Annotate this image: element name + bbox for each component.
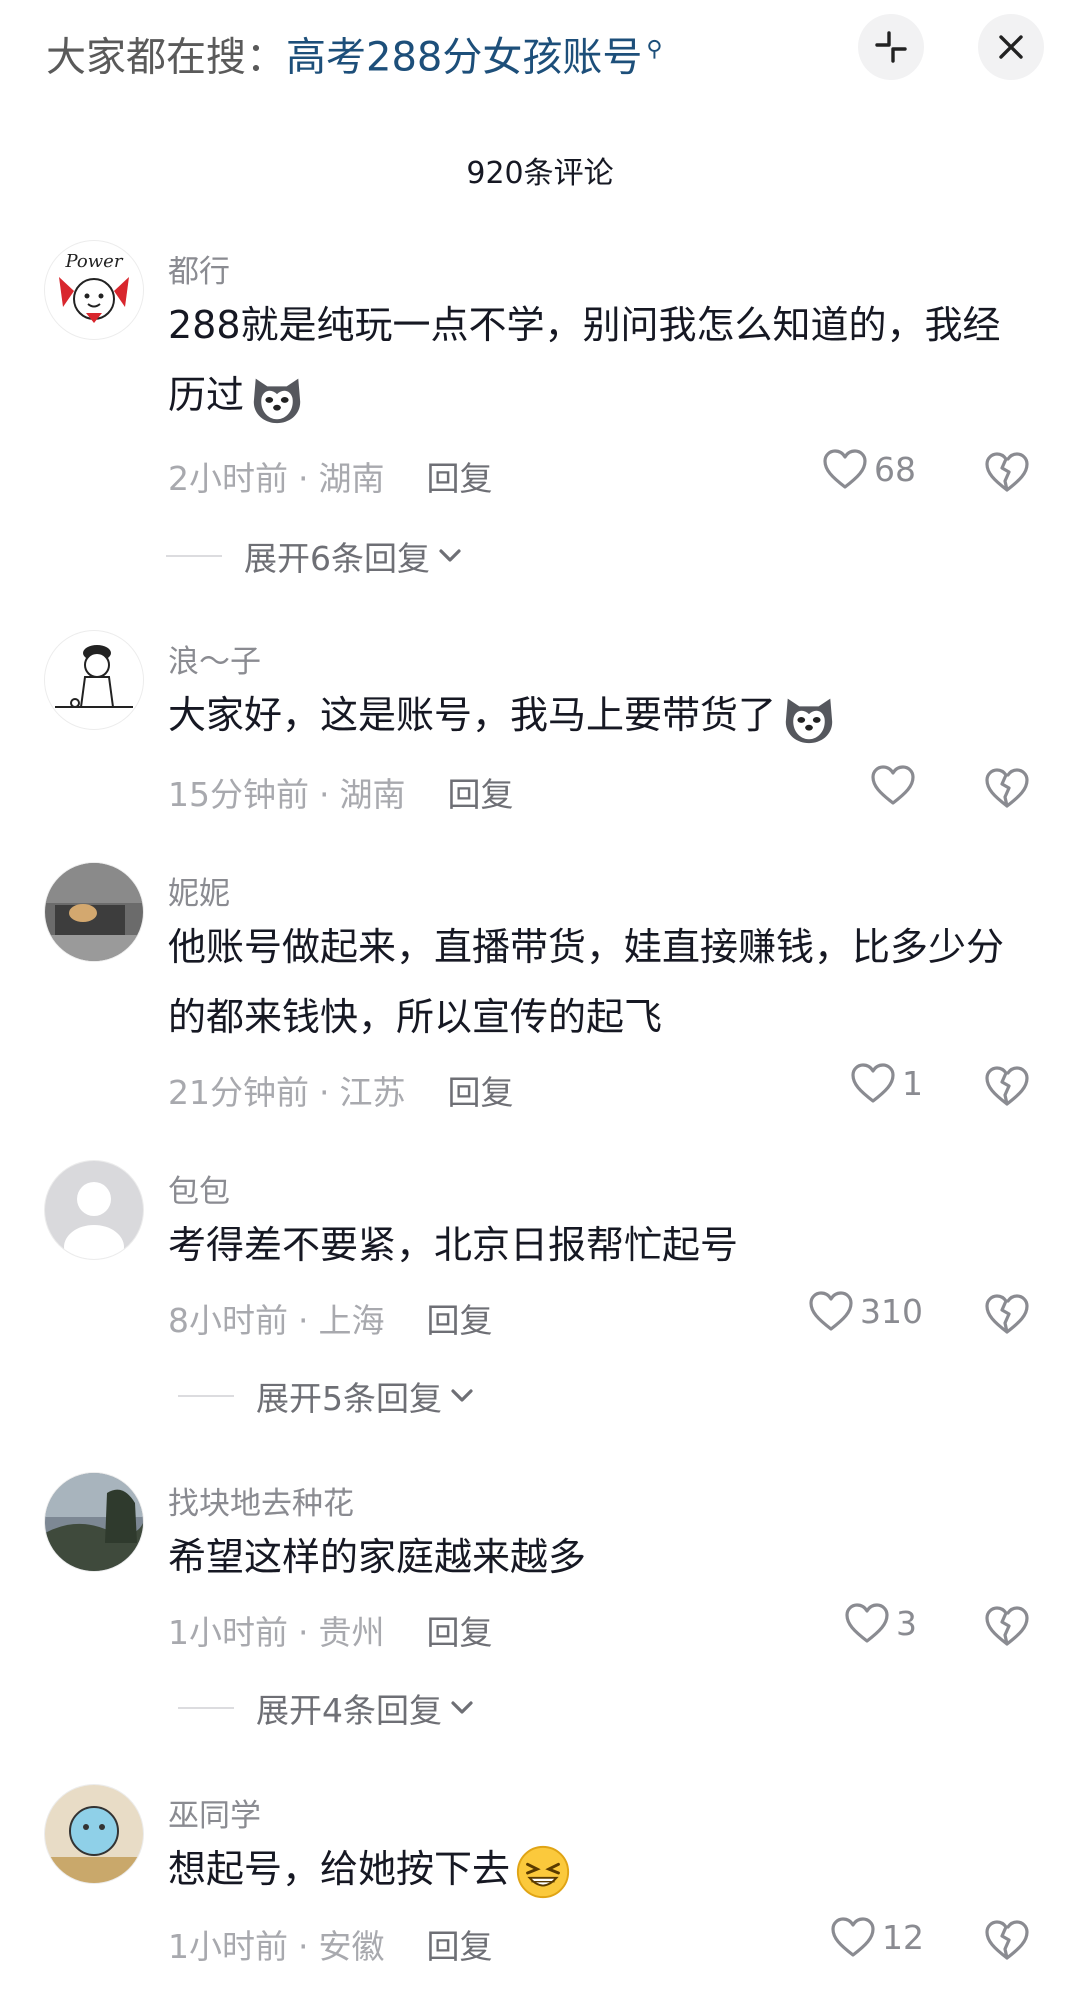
like-button[interactable]: 310	[808, 1290, 923, 1332]
husky-emoji-icon	[780, 689, 838, 747]
comment-text: 希望这样的家庭越来越多	[168, 1535, 587, 1579]
expand-replies-button[interactable]: 展开5条回复	[178, 1372, 476, 1420]
like-button[interactable]: 68	[822, 448, 916, 490]
comment-username[interactable]: 浪～子	[168, 636, 261, 681]
heart-icon	[830, 1916, 876, 1958]
like-count: 3	[896, 1603, 917, 1643]
husky-emoji-icon	[248, 369, 306, 427]
comment-meta: 8小时前 · 上海 回复	[168, 1301, 493, 1340]
heart-icon	[808, 1290, 854, 1332]
comment-time: 2小时前	[168, 459, 288, 498]
expand-replies-label: 展开6条回复	[244, 539, 430, 578]
search-suggestion[interactable]: 大家都在搜：高考288分女孩账号 ⚲	[46, 22, 662, 85]
comment-meta: 21分钟前 · 江苏 回复	[168, 1073, 514, 1112]
comment-location: 贵州	[318, 1613, 385, 1652]
like-button[interactable]: 3	[844, 1602, 917, 1644]
like-button[interactable]: 12	[830, 1916, 924, 1958]
comment-username[interactable]: 都行	[168, 246, 230, 291]
expand-replies-label: 展开4条回复	[256, 1691, 442, 1730]
comment-location: 安徽	[318, 1927, 385, 1966]
divider-line	[178, 1707, 234, 1709]
top-bar: 大家都在搜：高考288分女孩账号 ⚲	[0, 0, 1080, 100]
like-count: 310	[860, 1291, 923, 1331]
avatar[interactable]	[44, 630, 144, 730]
laughing-emoji-icon	[514, 1843, 572, 1901]
comment-count-title: 920条评论	[466, 156, 614, 191]
heart-icon	[844, 1602, 890, 1644]
comment-text: 他账号做起来，直播带货，娃直接赚钱，比多少分的都来钱快，所以宣传的起飞	[168, 925, 1005, 1039]
heart-icon	[822, 448, 868, 490]
comment-location: 江苏	[339, 1073, 406, 1112]
comment-time: 8小时前	[168, 1301, 288, 1340]
comment-text: 大家好，这是账号，我马上要带货了	[168, 680, 1028, 750]
heart-icon	[870, 764, 916, 806]
comment-location: 湖南	[318, 459, 385, 498]
broken-heart-icon[interactable]	[984, 450, 1030, 494]
reply-button[interactable]: 回复	[427, 1613, 493, 1652]
chevron-down-icon	[436, 546, 464, 566]
collapse-icon	[875, 31, 907, 63]
divider-line	[178, 1395, 234, 1397]
avatar[interactable]	[44, 1784, 144, 1884]
comment-time: 21分钟前	[168, 1073, 309, 1112]
reply-button[interactable]: 回复	[448, 775, 514, 814]
chevron-down-icon	[448, 1386, 476, 1406]
like-count: 1	[902, 1063, 923, 1103]
comment-time: 1小时前	[168, 1613, 288, 1652]
broken-heart-icon[interactable]	[984, 1064, 1030, 1108]
expand-replies-button[interactable]: 展开4条回复	[178, 1684, 476, 1732]
comment-username[interactable]: 找块地去种花	[168, 1478, 354, 1523]
comment-time: 15分钟前	[168, 775, 309, 814]
comment-meta: 2小时前 · 湖南 回复	[168, 459, 493, 498]
search-icon: ⚲	[646, 37, 663, 62]
like-count: 12	[882, 1917, 924, 1957]
like-count: 68	[874, 449, 916, 489]
divider-line	[166, 555, 222, 557]
broken-heart-icon[interactable]	[984, 766, 1030, 810]
search-prefix: 大家都在搜：	[46, 34, 286, 81]
comment-text: 288就是纯玩一点不学，别问我怎么知道的，我经历过	[168, 290, 1028, 430]
broken-heart-icon[interactable]	[984, 1604, 1030, 1648]
comment-text: 想起号，给她按下去	[168, 1834, 1028, 1904]
reply-button[interactable]: 回复	[448, 1073, 514, 1112]
svg-text:Power: Power	[65, 251, 124, 272]
heart-icon	[850, 1062, 896, 1104]
comment-username[interactable]: 妮妮	[168, 868, 230, 913]
broken-heart-icon[interactable]	[984, 1918, 1030, 1962]
like-button[interactable]: 1	[850, 1062, 923, 1104]
search-term-link[interactable]: 高考288分女孩账号	[286, 34, 642, 80]
avatar[interactable]	[44, 1472, 144, 1572]
broken-heart-icon[interactable]	[984, 1292, 1030, 1336]
comment-location: 上海	[318, 1301, 385, 1340]
comment-location: 湖南	[339, 775, 406, 814]
comment-username[interactable]: 包包	[168, 1166, 230, 1211]
chevron-down-icon	[448, 1698, 476, 1718]
comment-username[interactable]: 巫同学	[168, 1790, 261, 1835]
reply-button[interactable]: 回复	[427, 459, 493, 498]
comment-meta: 1小时前 · 安徽 回复	[168, 1927, 493, 1966]
close-button[interactable]	[978, 14, 1044, 80]
comment-meta: 15分钟前 · 湖南 回复	[168, 775, 514, 814]
comment-meta: 1小时前 · 贵州 回复	[168, 1613, 493, 1652]
avatar[interactable]	[44, 862, 144, 962]
reply-button[interactable]: 回复	[427, 1301, 493, 1340]
comment-text: 考得差不要紧，北京日报帮忙起号	[168, 1223, 739, 1267]
avatar[interactable]: Power	[44, 240, 144, 340]
collapse-button[interactable]	[858, 14, 924, 80]
expand-replies-label: 展开5条回复	[256, 1379, 442, 1418]
close-icon	[999, 35, 1023, 59]
like-button[interactable]	[870, 764, 922, 806]
avatar[interactable]	[44, 1160, 144, 1260]
expand-replies-button[interactable]: 展开6条回复	[166, 532, 464, 580]
reply-button[interactable]: 回复	[427, 1927, 493, 1966]
comment-time: 1小时前	[168, 1927, 288, 1966]
